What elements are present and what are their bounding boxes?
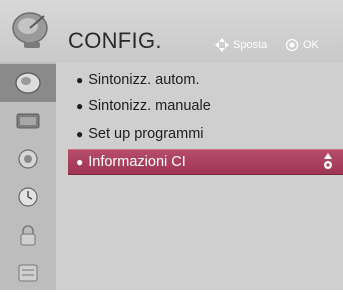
sidebar-item-picture[interactable] — [0, 102, 56, 140]
sidebar-item-option[interactable] — [0, 254, 56, 292]
hint-move: Sposta — [215, 38, 267, 52]
menu-list: ● Sintonizz. autom. ● Sintonizz. manuale… — [68, 62, 343, 290]
page-title: CONFIG. — [68, 28, 162, 53]
menu-item-ci-info[interactable]: ● Informazioni CI — [68, 149, 343, 175]
scroll-updown-icon — [324, 153, 332, 169]
sidebar — [0, 62, 56, 290]
hint-ok: OK — [285, 38, 319, 52]
hint-ok-label: OK — [303, 39, 319, 51]
menu-item-label: Sintonizz. manuale — [88, 98, 211, 114]
move-arrows-icon — [215, 38, 229, 52]
picture-icon — [16, 113, 40, 129]
menu-item-manual-tuning[interactable]: ● Sintonizz. manuale — [68, 94, 343, 118]
ok-button-icon — [285, 38, 299, 52]
clock-icon — [18, 187, 38, 207]
sidebar-item-lock[interactable] — [0, 216, 56, 254]
setup-disc-icon — [15, 72, 41, 94]
sidebar-item-setup[interactable] — [0, 64, 56, 102]
option-icon — [18, 264, 38, 282]
hint-move-label: Sposta — [233, 39, 268, 51]
bullet: ● — [76, 127, 84, 141]
menu-item-label: Sintonizz. autom. — [88, 72, 200, 88]
menu-header: CONFIG. Sposta OK — [0, 0, 343, 62]
bullet: ● — [76, 99, 84, 113]
sidebar-item-time[interactable] — [0, 178, 56, 216]
sidebar-item-audio[interactable] — [0, 140, 56, 178]
lock-icon — [20, 225, 36, 246]
audio-icon — [18, 149, 38, 169]
satellite-dish-icon — [12, 12, 48, 48]
bullet: ● — [76, 73, 84, 87]
menu-item-label: Informazioni CI — [88, 154, 186, 170]
menu-item-auto-tuning[interactable]: ● Sintonizz. autom. — [68, 68, 343, 92]
menu-item-label: Set up programmi — [88, 126, 204, 142]
tv-menu-screen: CONFIG. Sposta OK ● Sintonizz. autom. ● … — [0, 0, 343, 290]
menu-item-programme-setup[interactable]: ● Set up programmi — [68, 122, 343, 146]
bullet: ● — [76, 155, 84, 169]
